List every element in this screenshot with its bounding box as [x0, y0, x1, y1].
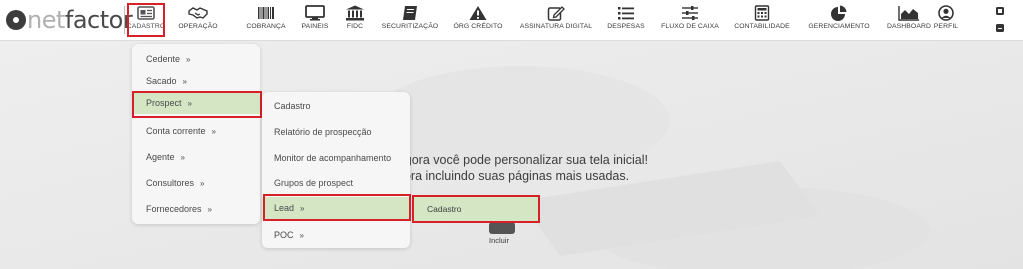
prospect-submenu: Cadastro Relatório de prospecção Monitor… — [262, 92, 410, 248]
chevron-right-icon: » — [211, 127, 216, 136]
nav-fidc[interactable]: FIDC — [342, 3, 368, 37]
menu-item-label: Sacado — [146, 76, 177, 86]
nav-operacao[interactable]: OPERAÇÃO — [176, 3, 220, 37]
nav-fluxo-de-caixa[interactable]: FLUXO DE CAIXA — [657, 3, 723, 37]
incluir-button[interactable] — [489, 222, 515, 234]
nav-cobranca[interactable]: COBRANÇA — [244, 3, 288, 37]
lead-highlight — [263, 194, 411, 221]
logo-divider — [124, 6, 125, 34]
nav-label: FIDC — [346, 23, 364, 30]
logo-text-net: net — [27, 6, 65, 34]
nav-label: DASHBOARD — [887, 23, 931, 30]
nav-label: OPERAÇÃO — [178, 23, 218, 30]
nav-label: FLUXO DE CAIXA — [661, 23, 719, 30]
menu-item-label: Cadastro — [274, 101, 311, 111]
user-icon — [938, 5, 954, 21]
warning-icon — [469, 6, 487, 20]
menu-item-conta-corrente[interactable]: Conta corrente » — [132, 120, 260, 142]
menu-item-label: Consultores — [146, 178, 195, 188]
menu-item-label: Conta corrente — [146, 126, 206, 136]
maximize-icon[interactable] — [996, 7, 1004, 15]
nav-dashboard[interactable]: DASHBOARD — [884, 3, 934, 37]
monitor-icon — [305, 5, 325, 21]
chevron-right-icon: » — [207, 205, 212, 214]
nav-label: CONTABILIDADE — [734, 23, 790, 30]
chevron-right-icon: » — [299, 231, 304, 240]
welcome-line-2: gora incluindo suas páginas mais usadas. — [397, 169, 630, 183]
menu-item-label: Grupos de prospect — [274, 178, 354, 188]
nav-gerenciamento[interactable]: GERENCIAMENTO — [808, 3, 870, 37]
menu-item-agente[interactable]: Agente » — [132, 146, 260, 168]
nav-assinatura-digital[interactable]: ASSINATURA DIGITAL — [516, 3, 596, 37]
logo-text-factor: factor — [64, 6, 133, 34]
welcome-line-1: ou e agora você pode personalizar sua te… — [370, 153, 648, 167]
nav-label: PERFIL — [933, 23, 959, 30]
menu-item-relatorio-prospeccao[interactable]: Relatório de prospecção — [262, 121, 410, 143]
barcode-icon — [258, 7, 274, 19]
cadastro-highlight — [127, 3, 165, 37]
nav-label: ASSINATURA DIGITAL — [519, 23, 593, 30]
nav-label: ÓRG CRÉDITO — [453, 23, 503, 30]
menu-item-label: Relatório de prospecção — [274, 127, 372, 137]
top-navigation-bar: net factor CADASTRO OPERAÇÃO COBRANÇA PA… — [0, 0, 1023, 41]
menu-item-lead-cadastro[interactable]: Cadastro — [412, 195, 540, 223]
welcome-message: ou e agora você pode personalizar sua te… — [370, 152, 720, 184]
menu-item-label: Cadastro — [427, 204, 462, 214]
menu-item-poc[interactable]: POC » — [262, 224, 410, 246]
nav-org-credito[interactable]: ÓRG CRÉDITO — [452, 3, 504, 37]
menu-item-cadastro[interactable]: Cadastro — [262, 95, 410, 117]
nav-contabilidade[interactable]: CONTABILIDADE — [733, 3, 791, 37]
list-icon — [618, 7, 634, 20]
menu-item-label: Monitor de acompanhamento — [274, 153, 392, 163]
nav-securitizacao[interactable]: SECURITIZAÇÃO — [380, 3, 440, 37]
nav-paineis[interactable]: PAINEIS — [300, 3, 330, 37]
netfactor-logo[interactable]: net factor — [6, 6, 133, 34]
notebook-icon — [403, 6, 417, 20]
handshake-icon — [188, 7, 208, 19]
menu-item-label: Cedente — [146, 54, 181, 64]
prospect-highlight — [132, 91, 262, 118]
chevron-right-icon: » — [186, 55, 191, 64]
nav-label: SECURITIZAÇÃO — [381, 23, 439, 30]
nav-despesas[interactable]: DESPESAS — [607, 3, 645, 37]
pie-chart-icon — [831, 5, 847, 21]
menu-item-monitor-acompanhamento[interactable]: Monitor de acompanhamento — [262, 147, 410, 169]
chevron-right-icon: » — [182, 77, 187, 86]
menu-item-sacado[interactable]: Sacado » — [132, 70, 260, 92]
menu-item-label: Agente — [146, 152, 175, 162]
menu-item-label: POC — [274, 230, 294, 240]
minimize-icon[interactable] — [996, 24, 1004, 32]
chevron-right-icon: » — [180, 153, 185, 162]
cadastro-dropdown-menu: Cedente» Sacado» Prospect» Conta corrent… — [132, 44, 260, 224]
nav-label: DESPESAS — [607, 23, 645, 30]
bank-icon — [346, 5, 364, 21]
chevron-right-icon: » — [200, 179, 205, 188]
menu-item-fornecedores[interactable]: Fornecedores » — [132, 198, 260, 220]
menu-item-consultores[interactable]: Consultores » — [132, 172, 260, 194]
nav-label: PAINEIS — [301, 23, 329, 30]
incluir-label: Incluir — [489, 236, 510, 245]
pen-edit-icon — [547, 6, 565, 21]
sliders-icon — [682, 6, 698, 20]
menu-item-label: Fornecedores — [146, 204, 202, 214]
logo-circle-icon — [6, 10, 26, 30]
area-chart-icon — [898, 6, 919, 21]
nav-perfil[interactable]: PERFIL — [931, 3, 961, 37]
nav-label: GERENCIAMENTO — [808, 23, 870, 30]
menu-item-cedente[interactable]: Cedente » — [132, 48, 260, 70]
nav-label: COBRANÇA — [246, 23, 286, 30]
calculator-icon — [754, 5, 770, 21]
menu-item-grupos-prospect[interactable]: Grupos de prospect — [262, 172, 410, 194]
